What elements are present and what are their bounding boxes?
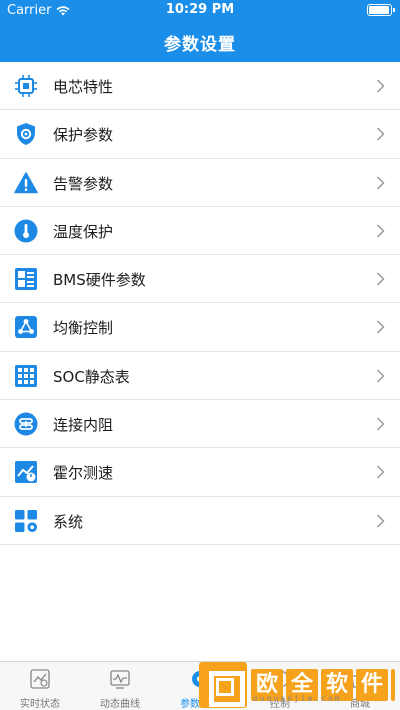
resistor-link-icon	[14, 412, 38, 436]
chevron-right-icon	[376, 79, 385, 93]
hardware-grid-icon	[15, 268, 37, 291]
tab-realtime-status[interactable]: 实时状态	[0, 662, 80, 710]
menu-item-cell-characteristics[interactable]: 电芯特性	[0, 62, 400, 111]
settings-list: 电芯特性 保护参数 告警参数 温度保护 BMS硬件参数 均衡控制 SOC静态表 …	[0, 62, 400, 545]
chevron-right-icon	[376, 127, 385, 141]
realtime-status-icon	[30, 669, 50, 689]
chip-icon	[15, 75, 37, 97]
menu-item-label: BMS硬件参数	[53, 271, 146, 290]
menu-item-soc-table[interactable]: SOC静态表	[0, 351, 400, 401]
shield-gear-icon	[17, 123, 35, 146]
watermark-logo: 欧 全 软 件 ouquanjie.com	[199, 662, 395, 708]
menu-item-label: SOC静态表	[53, 367, 130, 386]
watermark-char-edge	[391, 669, 395, 701]
tab-label: 动态曲线	[100, 699, 140, 710]
chevron-right-icon	[376, 369, 385, 383]
menu-item-label: 连接内阻	[53, 416, 114, 435]
chevron-right-icon	[376, 320, 385, 335]
tab-dynamic-curve[interactable]: 动态曲线	[80, 662, 160, 710]
system-grid-icon	[15, 509, 37, 532]
watermark-url: ouquanjie.com	[253, 694, 342, 703]
menu-item-system[interactable]: 系统	[0, 496, 400, 545]
menu-item-label: 电芯特性	[53, 78, 114, 96]
table-icon	[15, 364, 37, 387]
speed-chart-icon	[15, 461, 37, 484]
watermark-logo-icon	[199, 662, 247, 708]
menu-item-temperature-protection[interactable]: 温度保护	[0, 206, 400, 256]
chevron-right-icon	[376, 514, 385, 528]
menu-item-label: 系统	[53, 512, 84, 531]
menu-item-bms-hardware[interactable]: BMS硬件参数	[0, 255, 400, 304]
chevron-right-icon	[376, 224, 385, 238]
menu-item-connection-resistance[interactable]: 连接内阻	[0, 400, 400, 449]
page-title: 参数设置	[164, 35, 236, 55]
chevron-right-icon	[376, 465, 385, 479]
watermark-char: 件	[356, 669, 388, 701]
menu-item-protection-params[interactable]: 保护参数	[0, 110, 400, 159]
chevron-right-icon	[376, 176, 385, 190]
menu-item-balance-control[interactable]: 均衡控制	[0, 303, 400, 352]
thermometer-icon	[14, 219, 38, 243]
battery-icon	[367, 4, 395, 16]
menu-item-hall-speed[interactable]: 霍尔测速	[0, 448, 400, 497]
status-bar: Carrier 10:29 PM	[0, 0, 400, 20]
balance-nodes-icon	[15, 316, 37, 339]
menu-item-label: 温度保护	[53, 222, 114, 241]
menu-item-label: 保护参数	[53, 126, 114, 145]
menu-item-label: 均衡控制	[53, 319, 114, 338]
chevron-right-icon	[376, 272, 385, 286]
status-time: 10:29 PM	[165, 2, 235, 17]
navigation-bar: 参数设置	[0, 20, 400, 62]
menu-item-alarm-params[interactable]: 告警参数	[0, 158, 400, 207]
dynamic-curve-icon	[110, 670, 130, 689]
warning-icon	[14, 171, 38, 193]
menu-item-label: 告警参数	[53, 174, 114, 193]
chevron-right-icon	[376, 417, 385, 431]
tab-label: 实时状态	[20, 699, 60, 710]
menu-item-label: 霍尔测速	[53, 464, 114, 483]
